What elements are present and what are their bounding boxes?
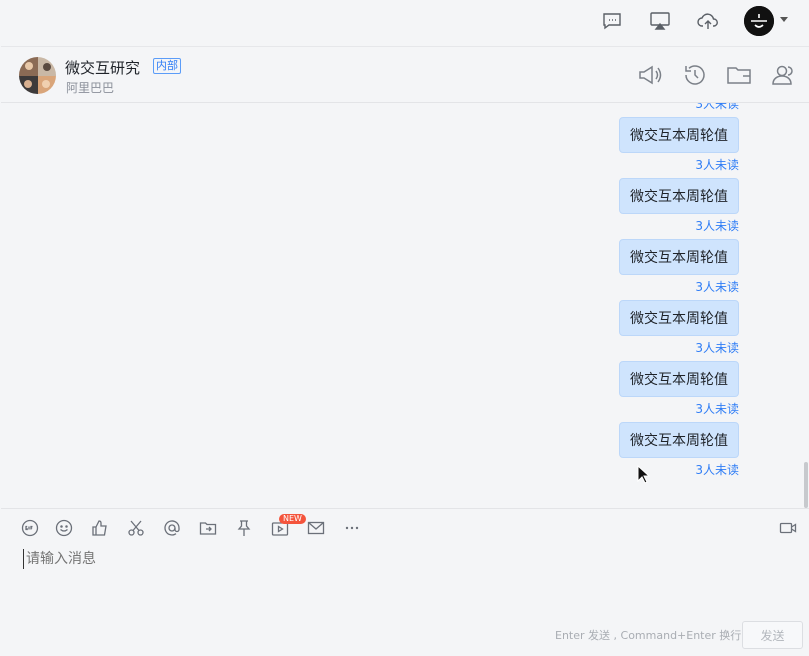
group-avatar[interactable] (19, 57, 56, 94)
new-badge: NEW (279, 514, 306, 524)
gif-icon[interactable] (21, 519, 39, 537)
scissors-icon[interactable] (127, 519, 145, 537)
read-status[interactable]: 3人未读 (695, 217, 739, 234)
send-shortcut-hint: Enter 发送 , Command+Enter 换行 (555, 629, 742, 642)
message-bubble[interactable]: 微交互本周轮值 (619, 361, 739, 397)
mention-icon[interactable] (163, 519, 181, 537)
internal-tag: 内部 (153, 58, 181, 74)
scrollbar[interactable] (804, 462, 808, 508)
folder-icon[interactable] (726, 62, 752, 88)
thumbs-up-icon[interactable] (91, 519, 109, 537)
message-bubble[interactable]: 微交互本周轮值 (619, 300, 739, 336)
read-status[interactable]: 3人未读 (695, 156, 739, 173)
read-status[interactable]: 3人未读 (695, 103, 739, 112)
message-bubble[interactable]: 微交互本周轮值 (619, 239, 739, 275)
pin-icon[interactable] (235, 519, 253, 537)
folder-send-icon[interactable] (199, 519, 217, 537)
top-bar (0, 0, 809, 44)
message-bubble[interactable]: 微交互本周轮值 (619, 422, 739, 458)
chevron-down-icon[interactable] (780, 17, 788, 22)
emoji-icon[interactable] (55, 519, 73, 537)
read-status[interactable]: 3人未读 (695, 400, 739, 417)
send-button[interactable]: 发送 (742, 621, 803, 649)
members-icon[interactable] (770, 62, 796, 88)
more-icon[interactable] (343, 519, 361, 537)
cloud-upload-icon[interactable] (697, 10, 719, 32)
composer: NEW Enter 发送 , Command+Enter 换行 发送 (1, 508, 809, 656)
video-call-icon[interactable] (779, 519, 797, 537)
screen-share-icon[interactable] (649, 10, 671, 32)
chat-header: 微交互研究 内部 阿里巴巴 (1, 46, 809, 103)
read-status[interactable]: 3人未读 (695, 339, 739, 356)
message-input[interactable] (23, 549, 783, 569)
message-bubble[interactable]: 微交互本周轮值 (619, 117, 739, 153)
read-status[interactable]: 3人未读 (695, 461, 739, 478)
history-icon[interactable] (682, 62, 708, 88)
message-area[interactable]: 3人未读 微交互本周轮值 3人未读 微交互本周轮值 3人未读 微交互本周轮值 3… (1, 103, 809, 508)
group-name[interactable]: 微交互研究 (65, 57, 140, 78)
megaphone-icon[interactable] (637, 62, 663, 88)
mail-icon[interactable] (307, 519, 325, 537)
chat-bubble-icon[interactable] (601, 10, 623, 32)
read-status[interactable]: 3人未读 (695, 278, 739, 295)
organization-name: 阿里巴巴 (66, 81, 115, 95)
mouse-cursor-icon (637, 464, 651, 485)
profile-avatar[interactable] (744, 6, 774, 36)
message-bubble[interactable]: 微交互本周轮值 (619, 178, 739, 214)
